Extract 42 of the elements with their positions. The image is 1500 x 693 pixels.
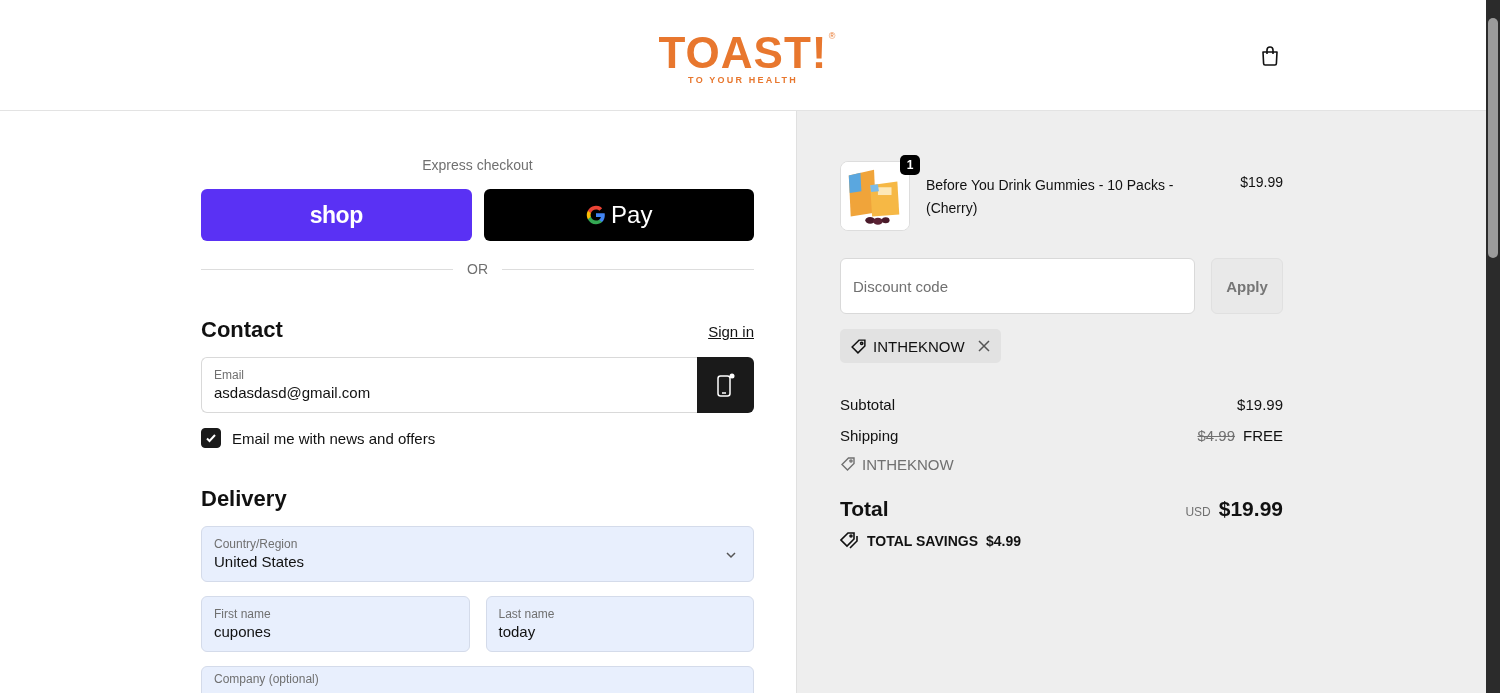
chevron-down-icon	[725, 549, 737, 561]
tag-icon	[840, 456, 856, 472]
logo-wordmark: TOAST!	[658, 33, 828, 73]
subtotal-value: $19.99	[1237, 396, 1283, 413]
currency-code: USD	[1185, 505, 1211, 519]
contact-heading: Contact	[201, 317, 283, 343]
scrollbar-thumb[interactable]	[1488, 18, 1498, 258]
total-value: $19.99	[1218, 497, 1283, 521]
newsletter-label: Email me with news and offers	[232, 429, 436, 447]
phone-icon	[714, 372, 737, 398]
text-field[interactable]: First name cupones	[201, 596, 470, 652]
close-icon[interactable]	[976, 339, 991, 353]
phone-button[interactable]	[697, 357, 754, 413]
product-price: $19.99	[1240, 174, 1283, 190]
total-savings-label: TOTAL SAVINGS	[867, 532, 978, 549]
google-g-icon	[585, 204, 608, 226]
shop-pay-button[interactable]: shop	[201, 189, 472, 241]
text-field[interactable]: Company (optional)	[201, 666, 754, 693]
subtotal-label: Subtotal	[840, 396, 896, 413]
tag-icon	[850, 337, 867, 355]
tags-icon	[840, 531, 859, 550]
express-checkout-title: Express checkout	[421, 157, 534, 173]
total-label: Total	[840, 497, 889, 521]
text-field[interactable]: Last name today	[485, 596, 754, 652]
delivery-heading: Delivery	[201, 486, 287, 512]
or-divider-label: OR	[467, 261, 488, 277]
shipping-discount-code: INTHEKNOW	[862, 455, 954, 473]
shipping-label: Shipping	[840, 427, 899, 444]
newsletter-checkbox[interactable]	[201, 428, 221, 448]
google-pay-button[interactable]: Pay	[483, 189, 754, 241]
quantity-badge: 1	[900, 155, 920, 175]
sign-in-link[interactable]: Sign in	[708, 323, 754, 340]
country-select[interactable]: Country/Region United States	[201, 526, 754, 582]
discount-chip[interactable]: INTHEKNOW	[840, 329, 1001, 363]
logo-tagline: TO YOUR HEALTH	[688, 75, 798, 85]
original-shipping-price: $4.99	[1197, 427, 1235, 444]
email-field[interactable]: Email asdasdasd@gmail.com	[201, 357, 697, 413]
shipping-value: FREE	[1243, 427, 1283, 444]
scrollbar[interactable]	[1486, 0, 1500, 693]
total-savings-value: $4.99	[986, 532, 1022, 549]
product-name: Before You Drink Gummies - 10 Packs - (Cherry)	[926, 176, 1175, 218]
registered-mark: ®	[828, 31, 836, 41]
